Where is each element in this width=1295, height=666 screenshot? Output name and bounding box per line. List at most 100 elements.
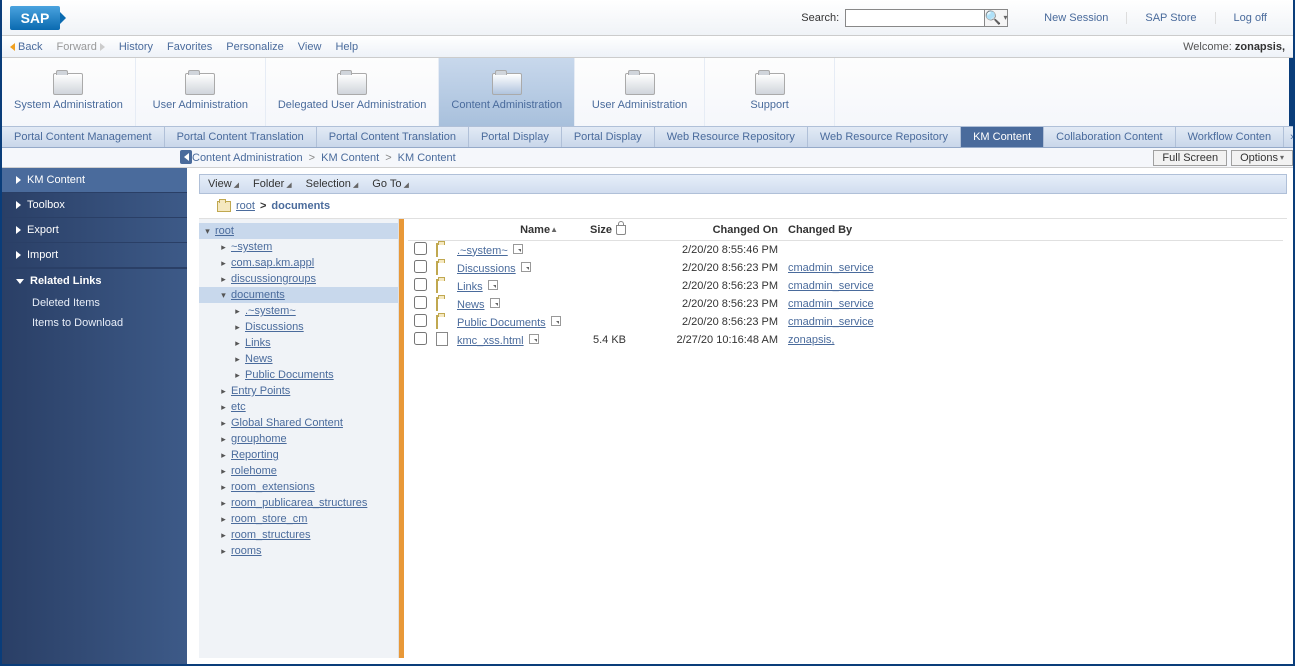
leftnav-item-1[interactable]: Toolbox [2, 193, 187, 218]
tree-root[interactable]: ▾root [199, 223, 398, 239]
tree-item-10[interactable]: ▸etc [199, 399, 398, 415]
tree-item-17[interactable]: ▸room_store_cm [199, 511, 398, 527]
tree-item-9[interactable]: ▸Entry Points [199, 383, 398, 399]
context-menu-icon[interactable] [551, 316, 561, 326]
sap-store-link[interactable]: SAP Store [1126, 12, 1214, 24]
back-button[interactable]: Back [10, 41, 42, 53]
path-root[interactable]: root [236, 200, 255, 212]
tree-item-0[interactable]: ▸~system [199, 239, 398, 255]
expand-icon[interactable]: ▾ [219, 291, 228, 300]
expand-icon[interactable]: ▸ [219, 467, 228, 476]
leftnav-item-2[interactable]: Export [2, 218, 187, 243]
row-checkbox[interactable] [414, 332, 427, 345]
tree-item-14[interactable]: ▸rolehome [199, 463, 398, 479]
expand-icon[interactable]: ▸ [219, 531, 228, 540]
tree-item-19[interactable]: ▸rooms [199, 543, 398, 559]
toolbar-goto[interactable]: Go To [372, 178, 409, 190]
row-checkbox[interactable] [414, 314, 427, 327]
subtab-9[interactable]: Workflow Conten [1176, 127, 1285, 147]
tree-item-15[interactable]: ▸room_extensions [199, 479, 398, 495]
tree-item-2[interactable]: ▸discussiongroups [199, 271, 398, 287]
changed-by-link[interactable]: zonapsis, [788, 334, 834, 346]
expand-icon[interactable]: ▸ [219, 547, 228, 556]
expand-icon[interactable]: ▸ [219, 387, 228, 396]
search-button[interactable]: 🔍 [984, 9, 1008, 27]
col-changed-on[interactable]: Changed On [634, 224, 784, 236]
bigtab-1[interactable]: User Administration [136, 58, 266, 126]
expand-icon[interactable]: ▸ [233, 371, 242, 380]
nav-personalize[interactable]: Personalize [226, 41, 283, 53]
expand-icon[interactable]: ▸ [219, 275, 228, 284]
subnav-more[interactable]: » [1284, 131, 1293, 143]
row-checkbox[interactable] [414, 296, 427, 309]
expand-icon[interactable]: ▸ [233, 323, 242, 332]
options-button[interactable]: Options [1231, 150, 1293, 166]
row-name-link[interactable]: kmc_xss.html [457, 335, 524, 347]
related-link-1[interactable]: Items to Download [2, 313, 187, 333]
tree-item-18[interactable]: ▸room_structures [199, 527, 398, 543]
bigtab-5[interactable]: Support [705, 58, 835, 126]
expand-icon[interactable]: ▸ [219, 243, 228, 252]
context-menu-icon[interactable] [488, 280, 498, 290]
col-changed-by[interactable]: Changed By [784, 224, 1283, 236]
expand-icon[interactable]: ▸ [233, 307, 242, 316]
changed-by-link[interactable]: cmadmin_service [788, 280, 874, 292]
tree-item-11[interactable]: ▸Global Shared Content [199, 415, 398, 431]
tree-item-5[interactable]: ▸Discussions [199, 319, 398, 335]
collapse-handle[interactable] [180, 150, 192, 164]
row-checkbox[interactable] [414, 242, 427, 255]
tree-item-4[interactable]: ▸.~system~ [199, 303, 398, 319]
nav-history[interactable]: History [119, 41, 153, 53]
changed-by-link[interactable]: cmadmin_service [788, 316, 874, 328]
crumb-0[interactable]: Content Administration [192, 152, 303, 164]
expand-icon[interactable]: ▸ [219, 451, 228, 460]
crumb-1[interactable]: KM Content [321, 152, 379, 164]
full-screen-button[interactable]: Full Screen [1153, 150, 1227, 166]
tree-item-3[interactable]: ▾documents [199, 287, 398, 303]
row-checkbox[interactable] [414, 278, 427, 291]
row-name-link[interactable]: Discussions [457, 263, 516, 275]
tree-item-13[interactable]: ▸Reporting [199, 447, 398, 463]
crumb-2[interactable]: KM Content [398, 152, 456, 164]
context-menu-icon[interactable] [513, 244, 523, 254]
leftnav-item-3[interactable]: Import [2, 243, 187, 268]
expand-icon[interactable]: ▸ [219, 499, 228, 508]
changed-by-link[interactable]: cmadmin_service [788, 298, 874, 310]
expand-icon[interactable]: ▸ [233, 339, 242, 348]
tree-item-16[interactable]: ▸room_publicarea_structures [199, 495, 398, 511]
context-menu-icon[interactable] [490, 298, 500, 308]
context-menu-icon[interactable] [521, 262, 531, 272]
expand-icon[interactable]: ▸ [233, 355, 242, 364]
row-name-link[interactable]: News [457, 299, 485, 311]
context-menu-icon[interactable] [529, 334, 539, 344]
row-name-link[interactable]: .~system~ [457, 245, 508, 257]
expand-icon[interactable]: ▸ [219, 515, 228, 524]
col-size[interactable]: Size [564, 224, 634, 236]
expand-icon[interactable]: ▸ [219, 435, 228, 444]
subtab-3[interactable]: Portal Display [469, 127, 562, 147]
bigtab-3[interactable]: Content Administration [439, 58, 575, 126]
tree-item-6[interactable]: ▸Links [199, 335, 398, 351]
subtab-1[interactable]: Portal Content Translation [165, 127, 317, 147]
bigtab-0[interactable]: System Administration [2, 58, 136, 126]
subtab-0[interactable]: Portal Content Management [2, 127, 165, 147]
nav-favorites[interactable]: Favorites [167, 41, 212, 53]
log-off-link[interactable]: Log off [1215, 12, 1285, 24]
subtab-2[interactable]: Portal Content Translation [317, 127, 469, 147]
subtab-4[interactable]: Portal Display [562, 127, 655, 147]
expand-icon[interactable]: ▸ [219, 419, 228, 428]
expand-icon[interactable]: ▸ [219, 259, 228, 268]
nav-view[interactable]: View [298, 41, 322, 53]
subtab-6[interactable]: Web Resource Repository [808, 127, 961, 147]
related-link-0[interactable]: Deleted Items [2, 293, 187, 313]
changed-by-link[interactable]: cmadmin_service [788, 262, 874, 274]
tree-item-1[interactable]: ▸com.sap.km.appl [199, 255, 398, 271]
expand-icon[interactable]: ▸ [219, 483, 228, 492]
toolbar-folder[interactable]: Folder [253, 178, 292, 190]
tree-item-7[interactable]: ▸News [199, 351, 398, 367]
row-name-link[interactable]: Links [457, 281, 483, 293]
related-links-heading[interactable]: Related Links [2, 268, 187, 293]
toolbar-selection[interactable]: Selection [306, 178, 359, 190]
tree-item-8[interactable]: ▸Public Documents [199, 367, 398, 383]
expand-icon[interactable]: ▸ [219, 403, 228, 412]
